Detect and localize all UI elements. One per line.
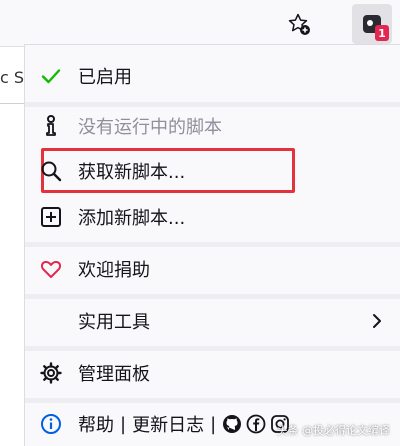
- menu-item-label: 已启用: [78, 67, 132, 88]
- script-count-badge: 1: [375, 25, 389, 41]
- gear-icon: [39, 361, 63, 385]
- changelog-link[interactable]: 更新日志: [132, 411, 204, 437]
- menu-item-dashboard[interactable]: 管理面板: [25, 351, 400, 395]
- checkmark-icon: [39, 64, 63, 88]
- star-add-icon[interactable]: [284, 9, 314, 39]
- menu-item-label: 添加新脚本...: [78, 208, 186, 229]
- menu-item-donate[interactable]: 欢迎捐助: [25, 247, 400, 291]
- chevron-right-icon: [369, 309, 385, 333]
- menu-item-label: 管理面板: [78, 364, 150, 385]
- link-separator: |: [120, 413, 127, 435]
- menu-item-label: 实用工具: [78, 312, 150, 333]
- menu-item-enabled[interactable]: 已启用: [25, 54, 400, 98]
- facebook-icon[interactable]: [246, 414, 266, 434]
- info-icon: [39, 412, 63, 436]
- menu-item-no-running-scripts: 没有运行中的脚本: [25, 105, 400, 147]
- menu-item-label: 没有运行中的脚本: [78, 117, 222, 138]
- search-icon: [39, 159, 63, 183]
- add-square-icon: [39, 205, 63, 229]
- watermark: 头条 @投必得论文编译: [276, 424, 391, 437]
- link-separator: |: [210, 413, 217, 435]
- heart-icon: [39, 257, 63, 281]
- menu-item-label: 获取新脚本...: [78, 162, 186, 183]
- menu-item-get-new-scripts[interactable]: 获取新脚本...: [25, 149, 400, 193]
- menu-item-add-new-script[interactable]: 添加新脚本...: [25, 195, 400, 239]
- userscript-extension-button[interactable]: 1: [352, 4, 392, 44]
- help-link[interactable]: 帮助: [78, 411, 114, 437]
- menu-item-utilities[interactable]: 实用工具: [25, 299, 400, 343]
- help-links: 帮助 | 更新日志 |: [78, 411, 294, 437]
- github-icon[interactable]: [222, 414, 242, 434]
- info-person-icon: [39, 114, 63, 138]
- browser-toolbar: 1: [0, 0, 400, 47]
- menu-item-label: 欢迎捐助: [78, 260, 150, 281]
- extension-popup-menu: 已启用 没有运行中的脚本 获取新脚本... 添加新脚本... 欢迎捐助 实用工具: [24, 44, 400, 446]
